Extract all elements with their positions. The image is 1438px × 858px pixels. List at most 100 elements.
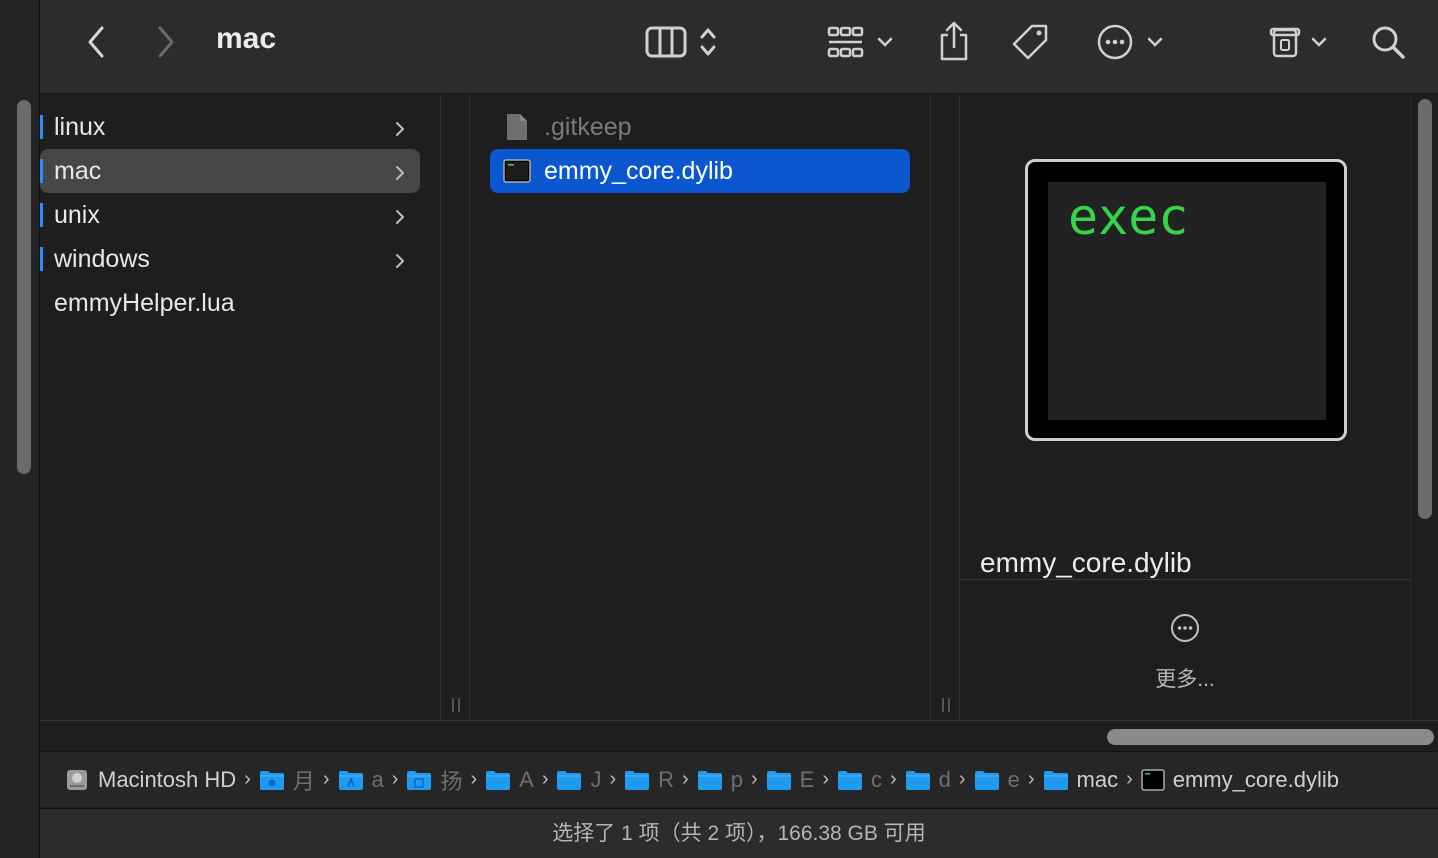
- breadcrumb-separator: ›: [1027, 768, 1035, 790]
- breadcrumb-label: R: [658, 766, 675, 792]
- column-current: .gitkeep emmy_core.dylib: [470, 95, 930, 720]
- breadcrumb-label: J: [590, 766, 602, 792]
- status-text: 选择了 1 项（共 2 项），166.38 GB 可用: [552, 822, 926, 845]
- breadcrumb-label: 月: [292, 768, 315, 794]
- list-item[interactable]: windows: [40, 237, 420, 281]
- folder-icon: [697, 769, 723, 791]
- more-info-button[interactable]: [1170, 613, 1200, 648]
- ellipsis-circle-icon: [1171, 614, 1199, 642]
- status-bar: 选择了 1 项（共 2 项），166.38 GB 可用: [40, 808, 1438, 858]
- file-item-label: emmy_core.dylib: [544, 156, 733, 185]
- harddrive-icon: [64, 767, 90, 793]
- breadcrumb-separator: ›: [470, 768, 478, 790]
- list-item[interactable]: mac: [40, 149, 420, 193]
- forward-button[interactable]: [148, 22, 184, 62]
- grid-group-icon: [827, 26, 864, 58]
- archive-icon: [1269, 27, 1301, 58]
- folder-marker: [40, 247, 43, 271]
- breadcrumb-item[interactable]: a ›: [338, 767, 407, 793]
- file-item[interactable]: emmy_core.dylib: [490, 149, 910, 193]
- list-item[interactable]: emmyHelper.lua: [40, 281, 420, 325]
- folder-icon: [1043, 769, 1069, 791]
- breadcrumb-item[interactable]: p ›: [697, 767, 766, 793]
- list-item-label: windows: [54, 244, 150, 273]
- path-bar: Macintosh HD › 月 › a › 扬 › A › J › R › p › E › c › d › e › mac › e…: [40, 751, 1438, 807]
- chevron-right-icon: [396, 166, 404, 180]
- preview-pane: exec emmy_core.dylib 更多...: [960, 95, 1410, 720]
- share-icon: [940, 21, 968, 61]
- breadcrumb-separator: ›: [822, 768, 829, 790]
- group-button[interactable]: [822, 20, 898, 64]
- chevron-right-icon: [396, 122, 404, 136]
- tag-icon: [1012, 24, 1048, 60]
- back-button[interactable]: [78, 22, 114, 62]
- chevron-right-icon: [396, 210, 404, 224]
- list-item[interactable]: linux: [40, 105, 420, 149]
- breadcrumb-item[interactable]: c ›: [837, 767, 905, 793]
- folder-marker: [40, 203, 43, 227]
- breadcrumb-item[interactable]: R ›: [624, 767, 697, 793]
- chevron-left-icon: [88, 26, 104, 58]
- more-actions-button[interactable]: [1092, 20, 1168, 64]
- column-parent: linux mac unix windows emmyHelper.lua: [40, 95, 440, 720]
- list-item-label: emmyHelper.lua: [54, 288, 235, 317]
- view-mode-button[interactable]: [636, 20, 726, 64]
- folder-marker: [40, 159, 43, 183]
- folder-icon: [974, 769, 1000, 791]
- left-scrollbar[interactable]: [17, 100, 31, 474]
- preview-scrollbar[interactable]: [1410, 95, 1438, 720]
- list-item[interactable]: unix: [40, 193, 420, 237]
- folder-icon: [905, 769, 931, 791]
- breadcrumb-item[interactable]: Macintosh HD ›: [64, 767, 259, 793]
- breadcrumb-label: e: [1007, 766, 1020, 792]
- folder-icon: [837, 769, 863, 791]
- breadcrumb-label: Macintosh HD: [98, 766, 237, 792]
- breadcrumb-item[interactable]: J ›: [556, 767, 624, 793]
- folder-icon: [624, 769, 650, 791]
- left-window-edge: [0, 0, 40, 858]
- terminal-exec-icon: [502, 156, 532, 186]
- breadcrumb-item[interactable]: 月 ›: [259, 764, 338, 796]
- breadcrumb-item[interactable]: mac ›: [1043, 767, 1141, 793]
- breadcrumb-separator: ›: [682, 768, 689, 790]
- disclosure-chevron: [394, 161, 406, 190]
- app-folder-icon: [338, 769, 364, 791]
- breadcrumb-label: c: [871, 766, 882, 792]
- breadcrumb-item[interactable]: d ›: [905, 767, 974, 793]
- horizontal-scrollbar[interactable]: [40, 720, 1438, 751]
- share-button[interactable]: [934, 18, 974, 64]
- breadcrumb-item[interactable]: emmy_core.dylib: [1141, 767, 1339, 793]
- more-info-label[interactable]: 更多...: [960, 663, 1410, 693]
- disclosure-chevron: [394, 117, 406, 146]
- breadcrumb-item[interactable]: 扬 ›: [406, 764, 485, 796]
- breadcrumb-item[interactable]: e ›: [974, 767, 1043, 793]
- breadcrumb-separator: ›: [609, 768, 617, 790]
- breadcrumb-separator: ›: [391, 768, 399, 790]
- file-item-label: .gitkeep: [544, 112, 632, 141]
- scrollbar-thumb[interactable]: [1418, 99, 1432, 519]
- chevron-down-icon: [1311, 37, 1327, 47]
- column-resize-handle[interactable]: [930, 95, 960, 720]
- terminal-screen: exec: [1048, 182, 1326, 420]
- scrollbar-thumb[interactable]: [1107, 729, 1434, 745]
- file-item[interactable]: .gitkeep: [490, 105, 910, 149]
- archive-button[interactable]: [1266, 20, 1330, 64]
- file-thumbnail: exec: [1025, 159, 1347, 441]
- grip-icon: [942, 698, 950, 712]
- finder-window: mac linux mac unix windows emmyHelper.lu…: [40, 0, 1438, 858]
- folder-icon: [556, 769, 582, 791]
- chevron-right-icon: [396, 254, 404, 268]
- ellipsis-circle-icon: [1097, 24, 1133, 60]
- document-icon: [502, 112, 532, 142]
- breadcrumb-label: E: [799, 766, 815, 792]
- divider: [960, 579, 1410, 580]
- folder-icon: [766, 769, 792, 791]
- breadcrumb-item[interactable]: E ›: [766, 767, 837, 793]
- tag-button[interactable]: [1008, 20, 1052, 64]
- library-folder-icon: [406, 769, 432, 791]
- breadcrumb-label: A: [519, 766, 534, 792]
- column-view-icon: [645, 26, 687, 58]
- search-button[interactable]: [1366, 20, 1410, 64]
- column-resize-handle[interactable]: [440, 95, 470, 720]
- breadcrumb-item[interactable]: A ›: [485, 767, 556, 793]
